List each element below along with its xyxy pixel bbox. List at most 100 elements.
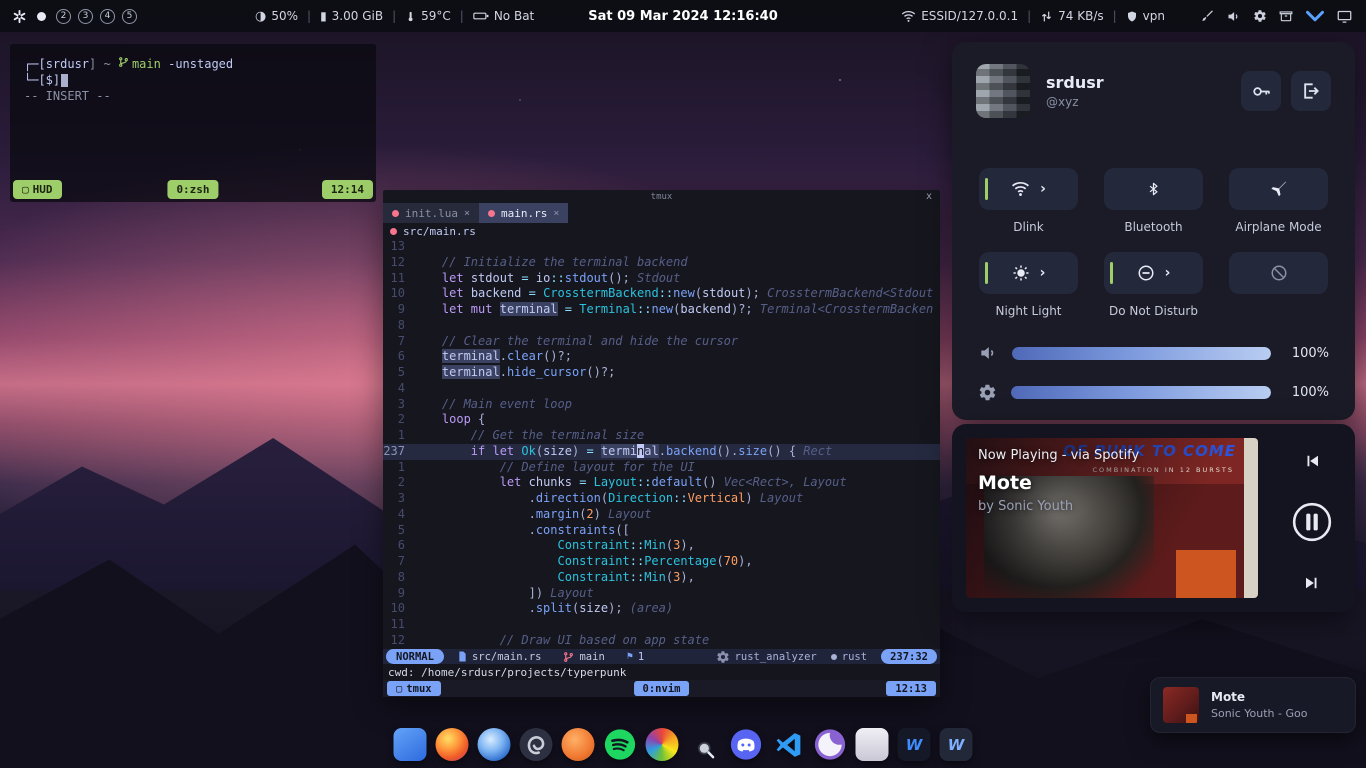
tmux-session[interactable]: ▢tmux bbox=[387, 681, 441, 696]
logout-button[interactable] bbox=[1291, 71, 1331, 111]
next-button[interactable] bbox=[1301, 574, 1323, 592]
code-line[interactable]: 4 .margin(2) Layout bbox=[383, 507, 940, 523]
toggle-nightlight-button[interactable]: › bbox=[979, 252, 1078, 294]
toggle-airplane: Airplane Mode bbox=[1229, 168, 1328, 234]
code-line[interactable]: 3 // Main event loop bbox=[383, 397, 940, 413]
code-line[interactable]: 2 loop { bbox=[383, 412, 940, 428]
code-line[interactable]: 237 if let Ok(size) = terminal.backend()… bbox=[383, 444, 940, 460]
code-line[interactable]: 12 // Draw UI based on app state bbox=[383, 633, 940, 649]
toggle-nightlight: ›Night Light bbox=[979, 252, 1078, 318]
code-line[interactable]: 10 .split(size); (area) bbox=[383, 601, 940, 617]
key-button[interactable] bbox=[1241, 71, 1281, 111]
tmux-session-hud[interactable]: ▢HUD bbox=[13, 180, 62, 199]
volume-slider[interactable] bbox=[1012, 347, 1271, 360]
toggle-blocked-button[interactable] bbox=[1229, 252, 1328, 294]
chevron-down-icon[interactable] bbox=[1305, 10, 1325, 23]
media-player-card: OF PUNK TO COME COMBINATION IN 12 BURSTS… bbox=[952, 424, 1355, 612]
avatar bbox=[976, 64, 1030, 118]
notification-popup[interactable]: Mote Sonic Youth - Goo bbox=[1150, 677, 1356, 733]
notification-text: Mote Sonic Youth - Goo bbox=[1211, 690, 1307, 720]
previous-button[interactable] bbox=[1301, 452, 1323, 470]
cursor-position: 237:32 bbox=[881, 649, 937, 664]
close-button[interactable]: x bbox=[926, 191, 932, 202]
rust-app-icon[interactable] bbox=[562, 728, 595, 761]
terminal-cursor bbox=[61, 74, 68, 87]
browser-icon[interactable] bbox=[478, 728, 511, 761]
shell-icon[interactable] bbox=[520, 728, 553, 761]
tmux-statusbar: ▢tmux 0:nvim 12:13 bbox=[383, 680, 940, 697]
window-label: 0:nvim bbox=[643, 683, 681, 695]
bluetooth-icon bbox=[1146, 180, 1161, 198]
code-line[interactable]: 9 ]) Layout bbox=[383, 586, 940, 602]
brush-icon[interactable] bbox=[1200, 9, 1214, 23]
code-line[interactable]: 5 terminal.hide_cursor()?; bbox=[383, 365, 940, 381]
code-line[interactable]: 11 bbox=[383, 617, 940, 633]
vpn-icon bbox=[1126, 10, 1138, 23]
vpn-status[interactable]: vpn bbox=[1126, 9, 1165, 23]
code-line[interactable]: 11 let stdout = io::stdout(); Stdout bbox=[383, 271, 940, 287]
files-icon[interactable] bbox=[394, 728, 427, 761]
wezterm-alt-icon[interactable]: W bbox=[940, 728, 973, 761]
workspace-active-dot[interactable] bbox=[37, 12, 46, 21]
code-line[interactable]: 6 Constraint::Min(3), bbox=[383, 538, 940, 554]
code-line[interactable]: 10 let backend = CrosstermBackend::new(s… bbox=[383, 286, 940, 302]
code-line[interactable]: 7 // Clear the terminal and hide the cur… bbox=[383, 334, 940, 350]
window-titlebar[interactable]: tmux x bbox=[383, 190, 940, 203]
tmux-window-zsh[interactable]: 0:zsh bbox=[167, 180, 218, 199]
tab-close-icon[interactable]: × bbox=[464, 208, 470, 219]
box-icon[interactable] bbox=[1279, 9, 1293, 23]
tmux-clock: 12:13 bbox=[886, 681, 936, 696]
toggle-dlink-button[interactable]: › bbox=[979, 168, 1078, 210]
zen-browser-icon[interactable] bbox=[814, 728, 847, 761]
code-line[interactable]: 7 Constraint::Percentage(70), bbox=[383, 554, 940, 570]
workspace-button[interactable]: 3 bbox=[78, 9, 93, 24]
buffer-tabs: init.lua × main.rs × bbox=[383, 203, 940, 223]
git-flags bbox=[161, 57, 168, 71]
code-line[interactable]: 8 bbox=[383, 318, 940, 334]
filetype: rust bbox=[831, 651, 867, 663]
code-line[interactable]: 5 .constraints([ bbox=[383, 523, 940, 539]
wifi-status[interactable]: ESSID/127.0.0.1 bbox=[901, 9, 1018, 23]
toggle-dnd-button[interactable]: › bbox=[1104, 252, 1203, 294]
gear-icon[interactable] bbox=[1253, 9, 1267, 23]
code-line[interactable]: 13 bbox=[383, 239, 940, 255]
workspace-button[interactable]: 4 bbox=[100, 9, 115, 24]
tab-close-icon[interactable]: × bbox=[553, 208, 559, 219]
toggle-bluetooth-button[interactable] bbox=[1104, 168, 1203, 210]
battery-icon bbox=[473, 10, 489, 22]
code-line[interactable]: 8 Constraint::Min(3), bbox=[383, 570, 940, 586]
discord-icon[interactable] bbox=[730, 728, 763, 761]
code-line[interactable]: 12 // Initialize the terminal backend bbox=[383, 255, 940, 271]
tmux-window-nvim[interactable]: 0:nvim bbox=[634, 681, 690, 696]
brightness-slider-row: 100% bbox=[978, 383, 1329, 402]
firefox-icon[interactable] bbox=[436, 728, 469, 761]
pause-button[interactable] bbox=[1291, 501, 1333, 543]
vscode-icon[interactable] bbox=[772, 728, 805, 761]
display-icon[interactable] bbox=[1337, 10, 1352, 23]
tab-main-rs[interactable]: main.rs × bbox=[479, 203, 568, 223]
toggle-airplane-button[interactable] bbox=[1229, 168, 1328, 210]
workspace-button[interactable]: 5 bbox=[122, 9, 137, 24]
brightness-slider[interactable] bbox=[1011, 386, 1271, 399]
wezterm-icon[interactable]: W bbox=[898, 728, 931, 761]
code-line[interactable]: 4 bbox=[383, 381, 940, 397]
code-line[interactable]: 1 // Define layout for the UI bbox=[383, 460, 940, 476]
code-line[interactable]: 6 terminal.clear()?; bbox=[383, 349, 940, 365]
code-lines[interactable]: 1312 // Initialize the terminal backend1… bbox=[383, 239, 940, 649]
launcher-icon[interactable] bbox=[12, 9, 27, 24]
volume-icon[interactable] bbox=[1226, 9, 1241, 24]
code-line[interactable]: 9 let mut terminal = Terminal::new(backe… bbox=[383, 302, 940, 318]
net-speed[interactable]: 74 KB/s bbox=[1040, 9, 1103, 23]
photos-icon[interactable] bbox=[646, 728, 679, 761]
code-line[interactable]: 2 let chunks = Layout::default() Vec<Rec… bbox=[383, 475, 940, 491]
code-line[interactable]: 3 .direction(Direction::Vertical) Layout bbox=[383, 491, 940, 507]
topbar-left: 2345 bbox=[0, 9, 137, 24]
workspace-button[interactable]: 2 bbox=[56, 9, 71, 24]
spotify-icon[interactable] bbox=[604, 728, 637, 761]
statusline-file-label: src/main.rs bbox=[472, 651, 542, 663]
user-actions bbox=[1241, 71, 1331, 111]
tab-init-lua[interactable]: init.lua × bbox=[383, 203, 479, 223]
code-line[interactable]: 1 // Get the terminal size bbox=[383, 428, 940, 444]
lsp-status: rust_analyzer bbox=[716, 650, 817, 664]
trash-icon[interactable] bbox=[856, 728, 889, 761]
